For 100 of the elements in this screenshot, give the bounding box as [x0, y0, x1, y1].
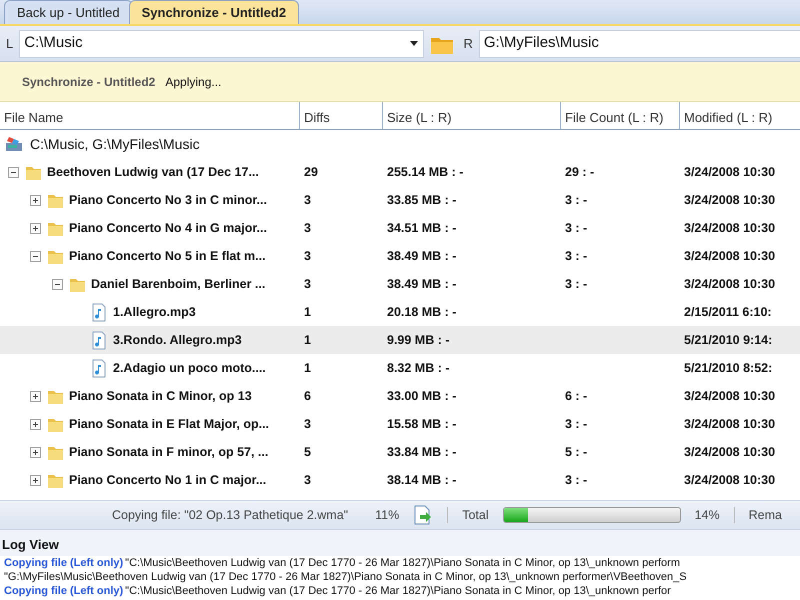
tab[interactable]: Back up - Untitled: [4, 0, 133, 24]
table-cell: 5 : -: [565, 444, 588, 459]
table-cell: 255.14 MB : -: [387, 164, 464, 179]
banner-status: Applying...: [165, 74, 222, 90]
table-cell: 3: [304, 248, 311, 263]
table-cell: 3 : -: [565, 276, 588, 291]
remaining-label: Rema: [748, 506, 782, 524]
table-cell: 3 : -: [565, 192, 588, 207]
tree-row[interactable]: Beethoven Ludwig van (17 Dec 17... 29 255.14 MB : - 29 : - 3/24/2008 10:30: [0, 158, 800, 186]
file-copy-icon: [413, 505, 434, 525]
tree-row[interactable]: Piano Concerto No 3 in C minor... 3 33.85 MB : - 3 : - 3/24/2008 10:30: [0, 186, 800, 214]
table-cell: 3/24/2008 10:30: [684, 192, 776, 207]
expand-icon[interactable]: [30, 446, 41, 458]
table-cell: 3/24/2008 10:30: [684, 444, 776, 459]
table-cell: 8.32 MB : -: [387, 360, 450, 375]
file-name: Piano Concerto No 5 in E flat m...: [69, 248, 266, 265]
table-cell: 3: [304, 276, 311, 291]
column-header[interactable]: File Count (L : R): [561, 102, 680, 129]
tree-row[interactable]: 1.Allegro.mp3 1 20.18 MB : - 2/15/2011 6:10:: [0, 298, 800, 326]
file-name: Piano Concerto No 4 in G major...: [69, 220, 267, 237]
column-header[interactable]: Modified (L : R): [680, 102, 800, 129]
file-name: Daniel Barenboim, Berliner ...: [91, 276, 266, 293]
table-cell: 1: [304, 360, 311, 375]
table-cell: 3/24/2008 10:30: [684, 248, 776, 263]
copying-status: Copying file: "02 Op.13 Pathetique 2.wma": [112, 506, 348, 524]
column-header[interactable]: Diffs: [300, 102, 383, 129]
table-cell: 33.84 MB : -: [387, 444, 456, 459]
table-cell: 3/24/2008 10:30: [684, 416, 776, 431]
table-cell: 3 : -: [565, 416, 588, 431]
collapse-icon[interactable]: [30, 250, 41, 262]
file-name: 3.Rondo. Allegro.mp3: [113, 332, 242, 349]
table-cell: 5: [304, 444, 311, 459]
table-cell: 5/21/2010 9:14:: [684, 332, 772, 347]
table-cell: 15.58 MB : -: [387, 416, 456, 431]
tree-row[interactable]: Piano Concerto No 1 in C major... 3 38.14 MB : - 3 : - 3/24/2008 10:30: [0, 466, 800, 494]
table-cell: 6: [304, 388, 311, 403]
log-text: "C:\Music\Beethoven Ludwig van (17 Dec 1770 - 26 Mar 1827)\Piano Sonata in C Minor, op 13\_unknown perfor: [125, 584, 671, 596]
file-name: Piano Concerto No 1 in C major...: [69, 472, 266, 489]
table-cell: 3/24/2008 10:30: [684, 388, 776, 403]
expand-icon[interactable]: [30, 390, 41, 402]
table-cell: 1: [304, 332, 311, 347]
right-path-label: R: [463, 34, 473, 53]
table-cell: 3 : -: [565, 220, 588, 235]
table-cell: 3: [304, 472, 311, 487]
table-cell: 3/24/2008 10:30: [684, 472, 776, 487]
left-path-label: L: [6, 34, 14, 53]
file-name: Beethoven Ludwig van (17 Dec 17...: [47, 164, 259, 181]
collapse-icon[interactable]: [8, 166, 19, 178]
table-cell: 3: [304, 220, 311, 235]
banner-title: Synchronize - Untitled2: [22, 74, 156, 90]
tree-row[interactable]: C:\Music, G:\MyFiles\Music: [0, 130, 800, 158]
left-path-combobox[interactable]: C:\Music: [19, 30, 424, 58]
log-view-title: Log View: [0, 530, 800, 556]
file-name: 2.Adagio un poco moto....: [113, 360, 266, 377]
table-cell: 33.85 MB : -: [387, 192, 456, 207]
table-cell: 34.51 MB : -: [387, 220, 456, 235]
table-cell: 38.49 MB : -: [387, 276, 456, 291]
caret-icon: [409, 40, 420, 47]
total-percent: 14%: [694, 506, 720, 524]
tree-row[interactable]: Daniel Barenboim, Berliner ... 3 38.49 MB : - 3 : - 3/24/2008 10:30: [0, 270, 800, 298]
table-cell: 38.49 MB : -: [387, 248, 456, 263]
music-file-icon: [90, 302, 108, 322]
tree-row[interactable]: Piano Sonata in C Minor, op 13 6 33.00 MB : - 6 : - 3/24/2008 10:30: [0, 382, 800, 410]
table-cell: 5/21/2010 8:52:: [684, 360, 772, 375]
table-cell: 3/24/2008 10:30: [684, 164, 776, 179]
file-name: 1.Allegro.mp3: [113, 304, 196, 321]
file-name: Piano Concerto No 3 in C minor...: [69, 192, 267, 209]
tree-row[interactable]: 3.Rondo. Allegro.mp3 1 9.99 MB : - 5/21/2010 9:14:: [0, 326, 800, 354]
file-percent: 11%: [375, 506, 400, 524]
log-action: Copying file (Left only): [4, 584, 124, 596]
table-cell: 3/24/2008 10:30: [684, 220, 776, 235]
tab[interactable]: Synchronize - Untitled2: [128, 0, 300, 24]
tree-row[interactable]: 2.Adagio un poco moto.... 1 8.32 MB : - 5/21/2010 8:52:: [0, 354, 800, 382]
expand-icon[interactable]: [30, 474, 41, 486]
file-name: C:\Music, G:\MyFiles\Music: [30, 134, 200, 154]
table-cell: 3: [304, 192, 311, 207]
table-cell: 6 : -: [565, 388, 588, 403]
table-cell: 38.14 MB : -: [387, 472, 456, 487]
expand-icon[interactable]: [30, 418, 41, 430]
tree-row[interactable]: Piano Sonata in E Flat Major, op... 3 15.58 MB : - 3 : - 3/24/2008 10:30: [0, 410, 800, 438]
log-action: Copying file (Left only): [4, 556, 124, 568]
tree-row[interactable]: Piano Sonata in F minor, op 57, ... 5 33.84 MB : - 5 : - 3/24/2008 10:30: [0, 438, 800, 466]
right-path-field[interactable]: G:\MyFiles\Music: [478, 30, 800, 58]
music-file-icon: [90, 330, 108, 350]
file-name: Piano Sonata in F minor, op 57, ...: [69, 444, 268, 461]
table-cell: 3: [304, 416, 311, 431]
table-cell: 3 : -: [565, 248, 588, 263]
expand-icon[interactable]: [30, 194, 41, 206]
table-cell: 3 : -: [565, 472, 588, 487]
collapse-icon[interactable]: [52, 278, 63, 290]
table-cell: 20.18 MB : -: [387, 304, 456, 319]
music-file-icon: [90, 358, 108, 378]
tree-row[interactable]: Piano Concerto No 5 in E flat m... 3 38.49 MB : - 3 : - 3/24/2008 10:30: [0, 242, 800, 270]
column-header[interactable]: Size (L : R): [383, 102, 561, 129]
expand-icon[interactable]: [30, 222, 41, 234]
column-header[interactable]: File Name: [0, 102, 300, 129]
total-label: Total: [462, 506, 489, 524]
table-cell: 33.00 MB : -: [387, 388, 456, 403]
tree-row[interactable]: Piano Concerto No 4 in G major... 3 34.51 MB : - 3 : - 3/24/2008 10:30: [0, 214, 800, 242]
file-name: Piano Sonata in C Minor, op 13: [69, 388, 252, 405]
